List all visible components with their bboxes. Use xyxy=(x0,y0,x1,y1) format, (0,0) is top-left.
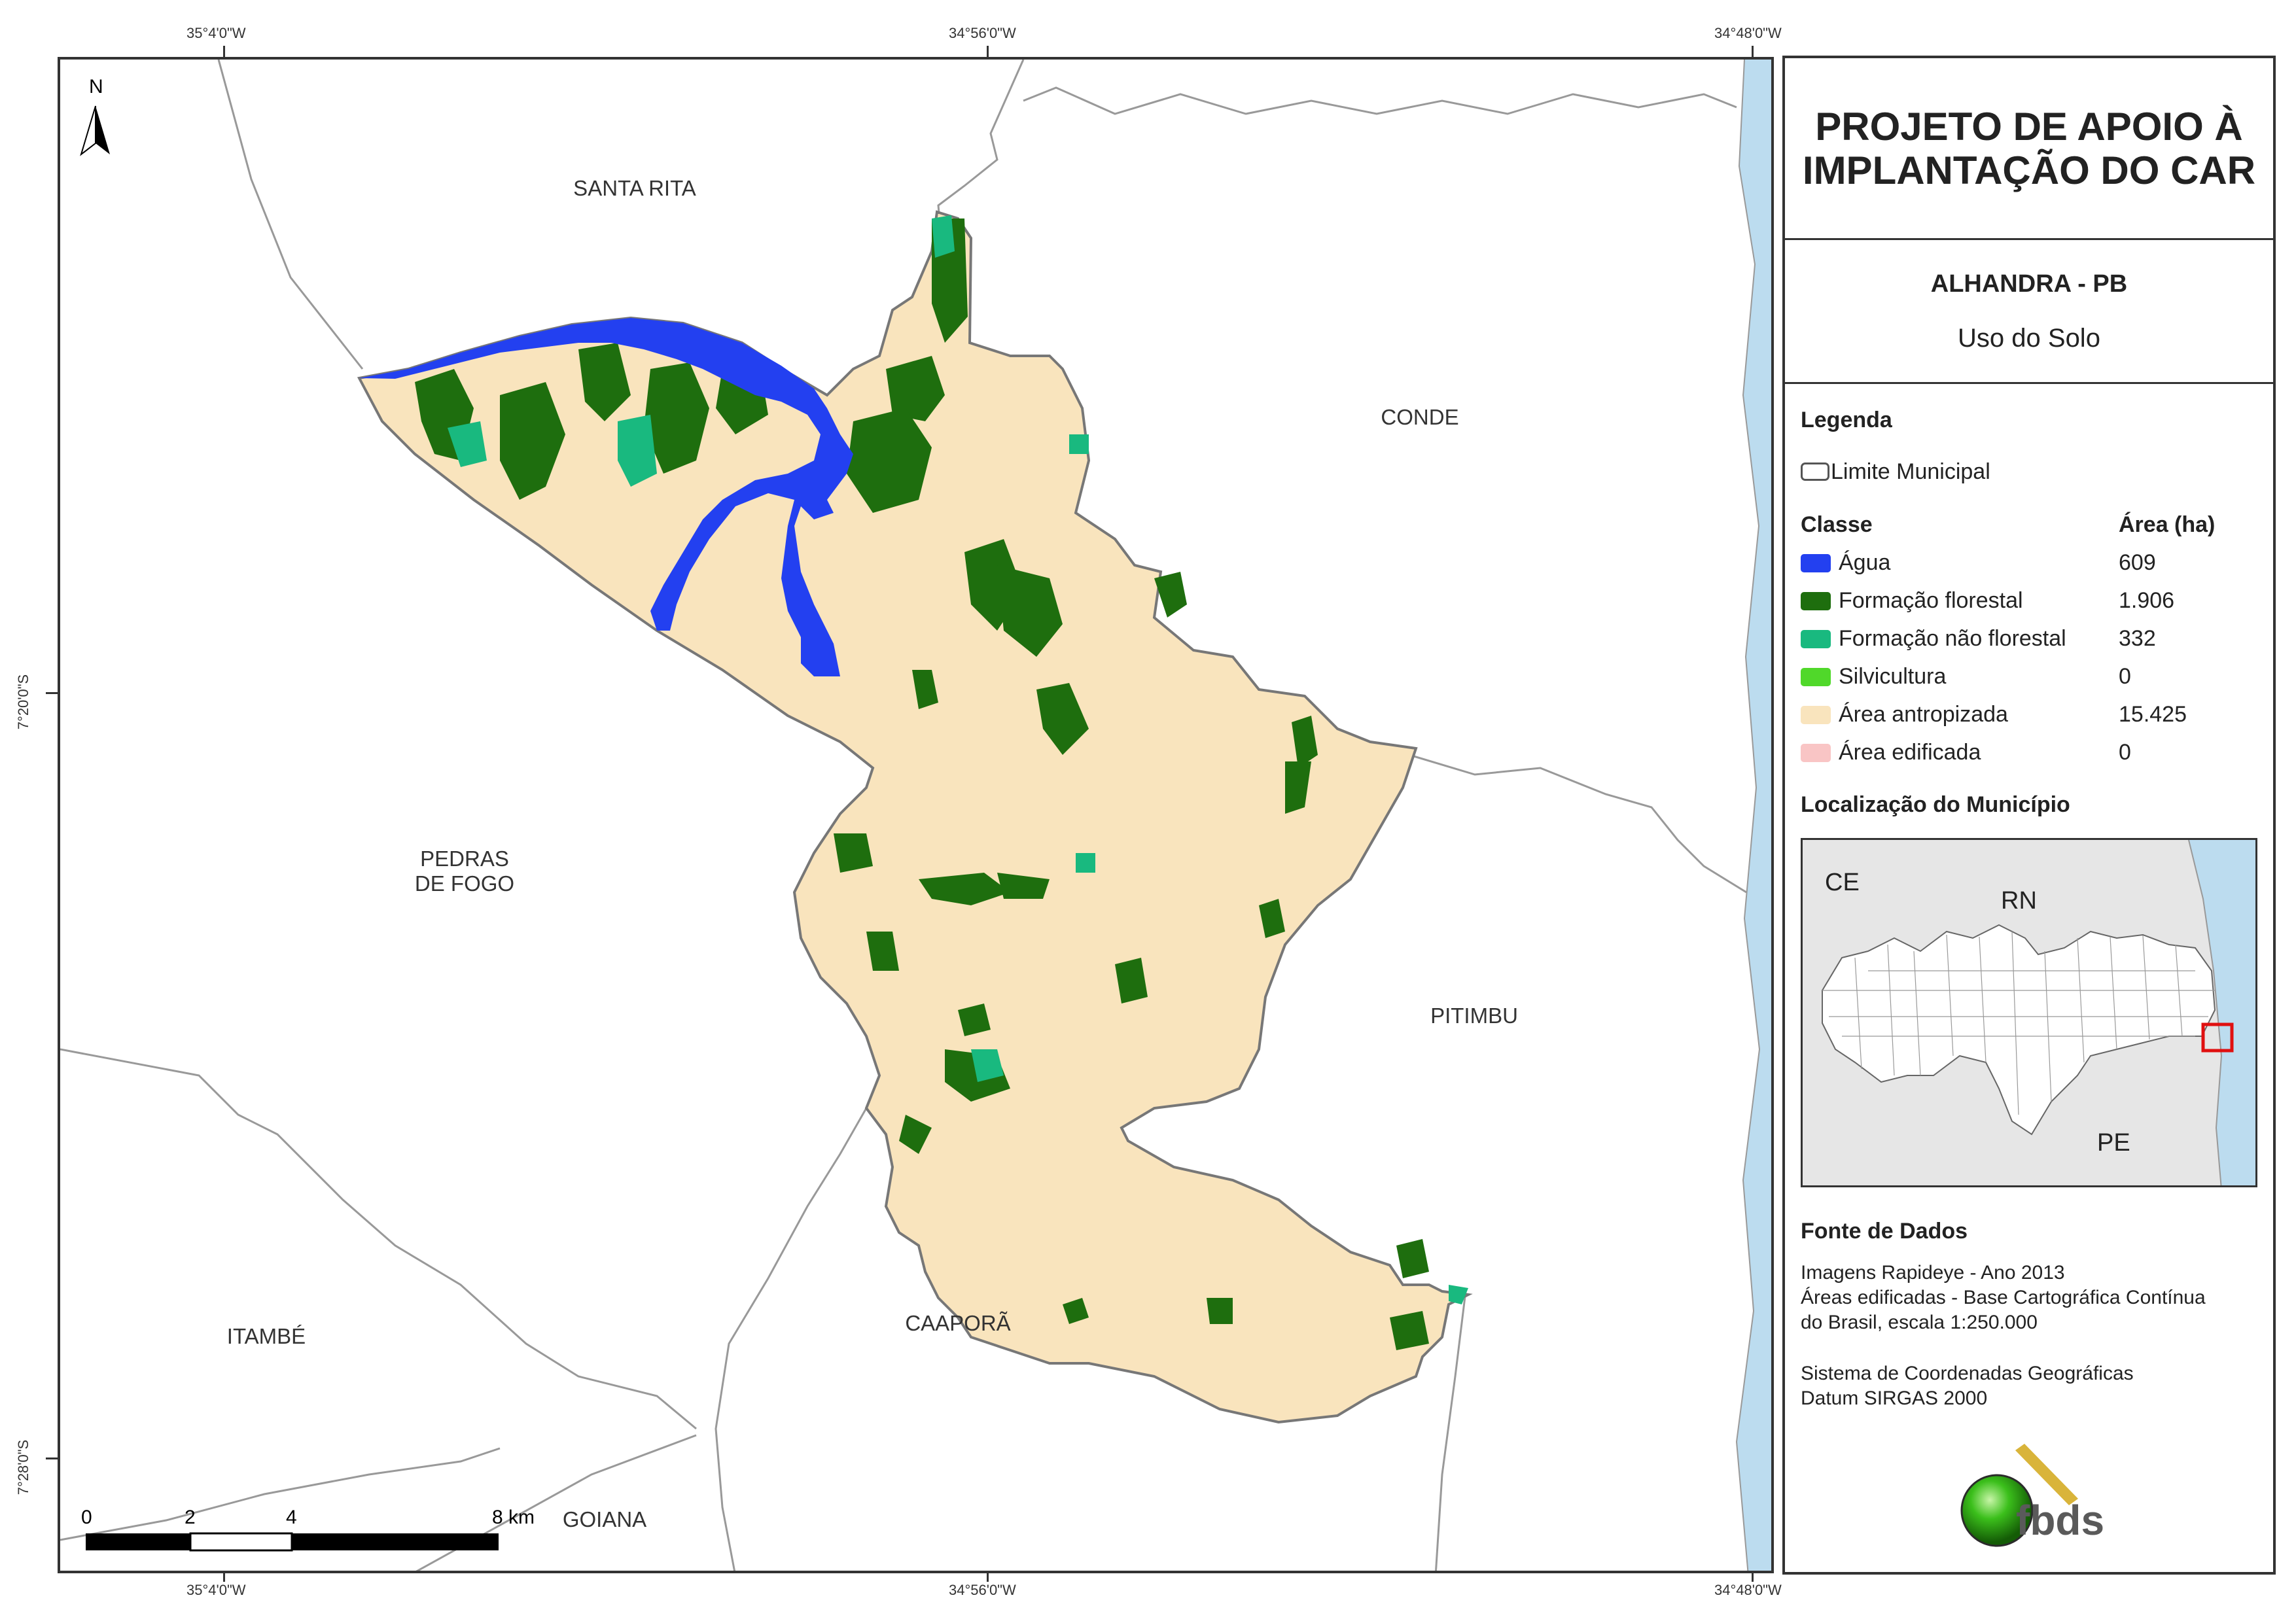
legend-heading: Legenda xyxy=(1801,408,1892,432)
fbds-logo-text: fbds xyxy=(2016,1497,2105,1544)
label-pitimbu: PITIMBU xyxy=(1430,1003,1518,1028)
source-line-2: Áreas edificadas - Base Cartográfica Con… xyxy=(1801,1287,2206,1308)
swatch-agua xyxy=(1801,554,1831,572)
project-title-line1: PROJETO DE APOIO À xyxy=(1815,105,2243,148)
municipality-name: ALHANDRA - PB xyxy=(1930,270,2128,298)
limit-swatch xyxy=(1801,462,1829,481)
tick-bottom-1 xyxy=(223,1573,225,1582)
tick-left-1 xyxy=(46,692,58,694)
inset-label-ce: CE xyxy=(1825,869,1860,896)
coord-left-1: 7°20'0"S xyxy=(15,674,32,730)
label-conde: CONDE xyxy=(1381,405,1459,429)
legend-row: Silvicultura 0 xyxy=(1801,664,2259,693)
tick-top-3 xyxy=(1752,46,1754,58)
class-area: 15.425 xyxy=(2119,702,2187,727)
north-arrow-icon xyxy=(80,105,110,156)
label-caapora: CAAPORÃ xyxy=(905,1311,1011,1335)
ocean xyxy=(1737,60,1771,1571)
source-line-1: Imagens Rapideye - Ano 2013 xyxy=(1801,1262,2065,1283)
class-area: 0 xyxy=(2119,664,2131,689)
alhandra-polygon xyxy=(357,210,1473,1424)
coord-top-1: 35°4'0"W xyxy=(186,25,246,41)
map-theme: Uso do Solo xyxy=(1958,324,2100,353)
map-canvas[interactable] xyxy=(60,60,1774,1573)
swatch-area-antropizada xyxy=(1801,706,1831,724)
limit-label: Limite Municipal xyxy=(1831,459,1990,484)
title-section: PROJETO DE APOIO À IMPLANTAÇÃO DO CAR xyxy=(1785,58,2273,240)
scale-label-4: 4 xyxy=(286,1507,297,1528)
class-area: 609 xyxy=(2119,550,2156,575)
class-label: Área antropizada xyxy=(1839,702,2008,727)
scale-label-2: 2 xyxy=(185,1507,196,1528)
legend-panel: PROJETO DE APOIO À IMPLANTAÇÃO DO CAR AL… xyxy=(1782,56,2276,1575)
coord-top-2: 34°56'0"W xyxy=(949,25,1016,41)
class-area: 0 xyxy=(2119,740,2131,765)
label-itambe: ITAMBÉ xyxy=(226,1324,306,1348)
class-label: Silvicultura xyxy=(1839,664,1947,689)
class-label: Água xyxy=(1839,550,1891,575)
sources-heading: Fonte de Dados xyxy=(1801,1219,1968,1244)
swatch-formacao-florestal xyxy=(1801,592,1831,610)
area-header: Área (ha) xyxy=(2119,512,2216,537)
coord-left-2: 7°28'0"S xyxy=(15,1439,32,1495)
tick-top-2 xyxy=(987,46,989,58)
tick-left-2 xyxy=(46,1457,58,1459)
location-heading: Localização do Município xyxy=(1801,792,2070,817)
legend-row: Formação não florestal 332 xyxy=(1801,626,2259,655)
scale-label-8km: 8 km xyxy=(492,1507,535,1528)
crs-line-2: Datum SIRGAS 2000 xyxy=(1801,1387,1988,1409)
class-label: Formação não florestal xyxy=(1839,626,2066,651)
swatch-silvicultura xyxy=(1801,668,1831,686)
legend-row: Área antropizada 15.425 xyxy=(1801,702,2259,731)
coord-bottom-2: 34°56'0"W xyxy=(949,1582,1016,1598)
inset-label-rn: RN xyxy=(2001,887,2037,915)
legend-row: Água 609 xyxy=(1801,550,2259,579)
class-area: 1.906 xyxy=(2119,588,2175,613)
class-label: Formação florestal xyxy=(1839,588,2023,613)
coord-bottom-3: 34°48'0"W xyxy=(1714,1582,1782,1598)
crs-line-1: Sistema de Coordenadas Geográficas xyxy=(1801,1363,2134,1384)
map-frame[interactable]: N 0 2 4 8 km SANTA RITA CONDE PEDRAS DE … xyxy=(58,57,1774,1573)
coord-top-3: 34°48'0"W xyxy=(1714,25,1782,41)
class-header: Classe xyxy=(1801,512,1873,537)
label-pedras-de-fogo: PEDRAS DE FOGO xyxy=(414,846,515,896)
coord-bottom-1: 35°4'0"W xyxy=(186,1582,246,1598)
tick-top-1 xyxy=(223,46,225,58)
scale-label-0: 0 xyxy=(81,1507,92,1528)
tick-bottom-2 xyxy=(987,1573,989,1582)
project-title-line2: IMPLANTAÇÃO DO CAR xyxy=(1802,148,2256,192)
inset-label-pe: PE xyxy=(2097,1129,2130,1157)
legend-row: Formação florestal 1.906 xyxy=(1801,588,2259,617)
north-label: N xyxy=(89,76,103,97)
scale-bar xyxy=(86,1532,499,1552)
label-goiana: GOIANA xyxy=(562,1507,647,1531)
source-line-3: do Brasil, escala 1:250.000 xyxy=(1801,1312,2038,1333)
class-area: 332 xyxy=(2119,626,2156,651)
swatch-area-edificada xyxy=(1801,744,1831,762)
swatch-formacao-nao-florestal xyxy=(1801,630,1831,648)
municipality-section: ALHANDRA - PB Uso do Solo xyxy=(1785,240,2273,384)
location-inset-map[interactable]: CE RN PE xyxy=(1801,838,2257,1187)
label-santa-rita: SANTA RITA xyxy=(573,176,696,200)
class-label: Área edificada xyxy=(1839,740,1981,765)
legend-row: Área edificada 0 xyxy=(1801,740,2259,769)
tick-bottom-3 xyxy=(1752,1573,1754,1582)
